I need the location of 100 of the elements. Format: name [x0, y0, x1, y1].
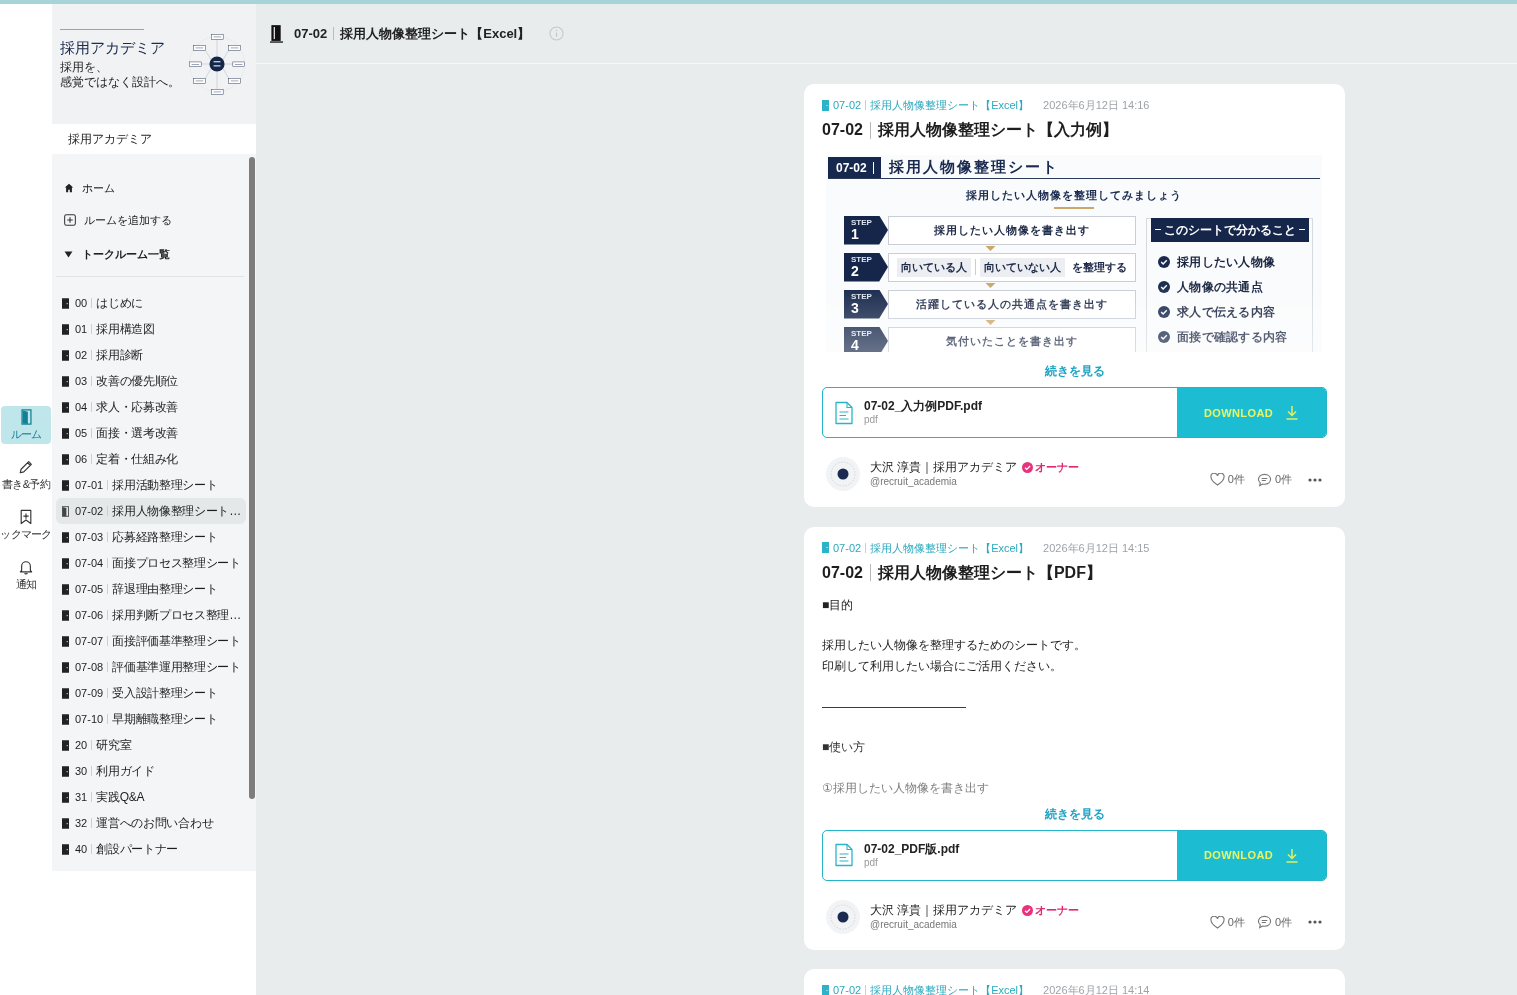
- section-toggle[interactable]: トークルーム一覧: [56, 236, 246, 272]
- door-icon: [62, 349, 69, 361]
- room-item[interactable]: 31 実践Q&A: [56, 784, 246, 810]
- room-item[interactable]: 07-02 採用人物像整理シート…: [56, 498, 246, 524]
- add-room-link[interactable]: ルームを追加する: [56, 204, 246, 236]
- heart-icon: [1209, 473, 1225, 486]
- summary-item: 人物像の共通点: [1177, 278, 1264, 296]
- check-circle-icon: [1158, 256, 1170, 268]
- room-item[interactable]: 07-04 面接プロセス整理シート: [56, 550, 246, 576]
- room-item[interactable]: 01 採用構造図: [56, 316, 246, 342]
- file-name: 07-02_入力例PDF.pdf: [864, 399, 983, 414]
- step-instruction: 気付いたことを書き出す: [888, 326, 1136, 352]
- door-icon: [62, 791, 69, 803]
- plus-square-icon: [64, 214, 76, 226]
- download-icon: [1285, 847, 1300, 863]
- door-icon: [62, 687, 69, 699]
- author-role: オーナー: [1035, 460, 1080, 475]
- door-icon: [62, 297, 69, 309]
- more-button[interactable]: [1308, 477, 1322, 482]
- door-icon: [62, 401, 69, 413]
- rail-tab[interactable]: ルーム: [1, 405, 51, 444]
- room-item[interactable]: 00 はじめに: [56, 290, 246, 316]
- door-icon: [62, 609, 69, 621]
- door-icon: [270, 24, 283, 43]
- page-title: 07-02 採用人物像整理シート【Excel】: [294, 24, 531, 43]
- room-item[interactable]: 07-09 受入設計整理シート: [56, 680, 246, 706]
- room-item[interactable]: 40 創設パートナー: [56, 836, 246, 862]
- comment-button[interactable]: 0件: [1256, 914, 1292, 930]
- room-item[interactable]: 03 改善の優先順位: [56, 368, 246, 394]
- post-time: 2026年6月12日 14:14: [1043, 984, 1150, 995]
- room-item[interactable]: 04 求人・応募改善: [56, 394, 246, 420]
- more-icon: [1308, 920, 1322, 924]
- room-item[interactable]: 32 運営へのお問い合わせ: [56, 810, 246, 836]
- room-item[interactable]: 06 定着・仕組み化: [56, 446, 246, 472]
- more-button[interactable]: [1308, 920, 1322, 924]
- room-name: 採用アカデミア: [68, 130, 152, 148]
- file-type: pdf: [864, 414, 879, 426]
- avatar: [826, 457, 860, 491]
- sheet-title: 採用人物像整理シート: [888, 157, 1059, 177]
- room-item[interactable]: 07-03 応募経路整理シート: [56, 524, 246, 550]
- bell-icon: [19, 559, 33, 575]
- cover-tagline: 採用を、 感覚ではなく設計へ。: [60, 60, 181, 90]
- door-icon: [62, 739, 69, 751]
- cover-title: 採用アカデミア: [60, 38, 166, 57]
- step-instruction: 採用したい人物像を書き出す: [888, 215, 1136, 245]
- avatar: [826, 899, 860, 934]
- room-item[interactable]: 02 採用診断: [56, 342, 246, 368]
- summary-title: このシートで分かること: [1150, 217, 1309, 242]
- comment-icon: [1256, 915, 1272, 929]
- like-button[interactable]: 0件: [1209, 914, 1245, 930]
- door-icon: [62, 479, 69, 491]
- room-item[interactable]: 05 面接・選考改善: [56, 420, 246, 446]
- author-handle: @recruit_academia: [870, 476, 958, 488]
- step-arrow-icon: [984, 246, 996, 251]
- post-time: 2026年6月12日 14:15: [1043, 541, 1150, 554]
- author-name: 大沢 淳貴｜採用アカデミア: [870, 902, 1018, 918]
- comment-button[interactable]: 0件: [1256, 472, 1292, 487]
- file-name: 07-02_PDF版.pdf: [864, 841, 960, 857]
- room-item[interactable]: 07-07 面接評価基準整理シート: [56, 628, 246, 654]
- scrollbar-thumb[interactable]: [249, 157, 255, 799]
- more-icon: [1308, 477, 1322, 482]
- check-circle-icon: [1158, 306, 1170, 318]
- home-link[interactable]: ホーム: [56, 172, 246, 204]
- post-time: 2026年6月12日 14:16: [1043, 99, 1150, 111]
- room-item[interactable]: 07-08 評価基準運用整理シート: [56, 654, 246, 680]
- step-label: STEP: [851, 255, 872, 264]
- door-icon: [62, 635, 69, 647]
- post-title: 07-02 採用人物像整理シート【PDF】: [822, 562, 1103, 583]
- room-item[interactable]: 20 研究室: [56, 732, 246, 758]
- rail-tab[interactable]: 通知: [1, 555, 51, 594]
- step-arrow-icon: [984, 320, 996, 325]
- door-icon: [62, 505, 69, 517]
- document-icon: [834, 400, 854, 425]
- step-number: 3: [851, 301, 859, 316]
- step-label: STEP: [851, 218, 872, 227]
- sheet-subtitle: 採用したい人物像を整理してみましょう: [966, 189, 1182, 201]
- rail-tab[interactable]: ックマーク: [1, 505, 51, 544]
- room-item[interactable]: 07-01 採用活動整理シート: [56, 472, 246, 498]
- heart-icon: [1209, 915, 1225, 929]
- step-label: STEP: [851, 292, 872, 301]
- room-item[interactable]: 30 利用ガイド: [56, 758, 246, 784]
- door-icon: [62, 765, 69, 777]
- author-handle: @recruit_academia: [870, 918, 958, 931]
- author-name: 大沢 淳貴｜採用アカデミア: [870, 460, 1018, 475]
- room-item[interactable]: 07-05 辞退理由整理シート: [56, 576, 246, 602]
- door-icon: [62, 557, 69, 569]
- rail-tab[interactable]: 書き&予約: [1, 455, 51, 494]
- door-icon: [62, 817, 69, 829]
- room-item[interactable]: 07-06 採用判断プロセス整理…: [56, 602, 246, 628]
- bookmark-plus-icon: [19, 509, 33, 525]
- document-icon: [834, 843, 854, 867]
- post-title: 07-02 採用人物像整理シート【入力例】: [822, 120, 1119, 141]
- step-instruction: を整理する: [1072, 259, 1127, 275]
- room-item[interactable]: 07-10 早期離職整理シート: [56, 706, 246, 732]
- door-icon: [62, 375, 69, 387]
- sheet-number-tag: 07-02: [828, 157, 881, 178]
- home-icon: [64, 183, 74, 193]
- like-button[interactable]: 0件: [1209, 472, 1245, 487]
- summary-item: 採用したい人物像: [1177, 253, 1276, 271]
- check-circle-icon: [1158, 281, 1170, 293]
